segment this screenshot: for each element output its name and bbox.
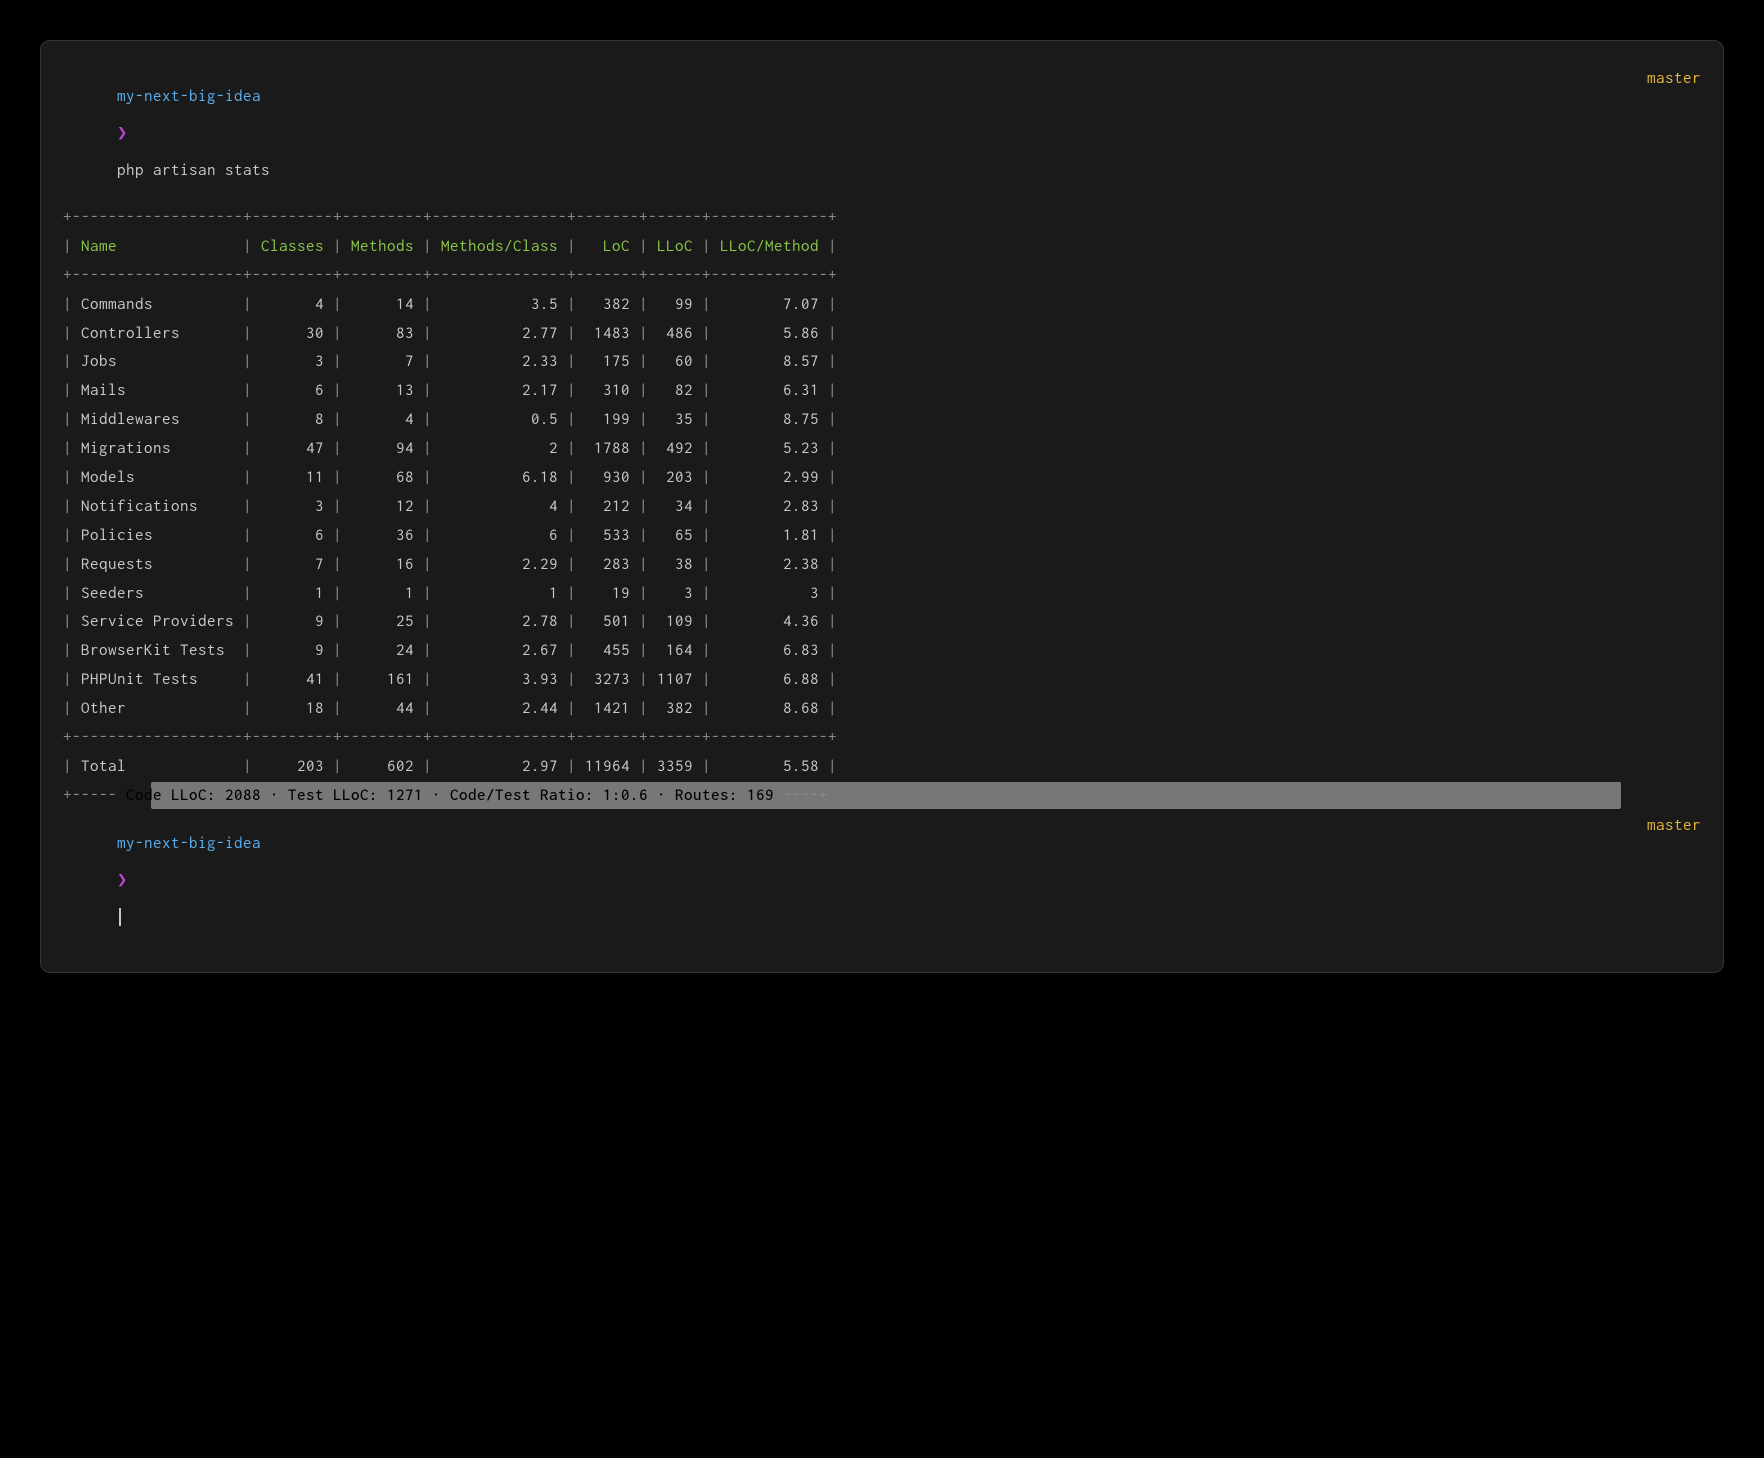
cursor-icon[interactable] <box>119 908 121 927</box>
prompt-path: my-next-big-idea <box>117 87 261 105</box>
prompt-line-2: my-next-big-idea ❯ master <box>63 816 1701 945</box>
summary-overlay: +----- Code LLoC: 2088 · Test LLoC: 1271… <box>63 781 1701 810</box>
stats-table: +-------------------+---------+---------… <box>63 203 1701 781</box>
summary-line: +----- Code LLoC: 2088 · Test LLoC: 1271… <box>63 781 1701 810</box>
prompt-chevron-icon-2: ❯ <box>117 871 128 889</box>
prompt-command: php artisan stats <box>117 161 270 179</box>
prompt-chevron-icon: ❯ <box>117 124 128 142</box>
git-branch-2: master <box>1647 816 1701 834</box>
prompt-path-2: my-next-big-idea <box>117 834 261 852</box>
prompt-line-1: my-next-big-idea ❯ php artisan stats mas… <box>63 69 1701 197</box>
terminal-window: my-next-big-idea ❯ php artisan stats mas… <box>40 40 1724 973</box>
git-branch: master <box>1647 69 1701 87</box>
